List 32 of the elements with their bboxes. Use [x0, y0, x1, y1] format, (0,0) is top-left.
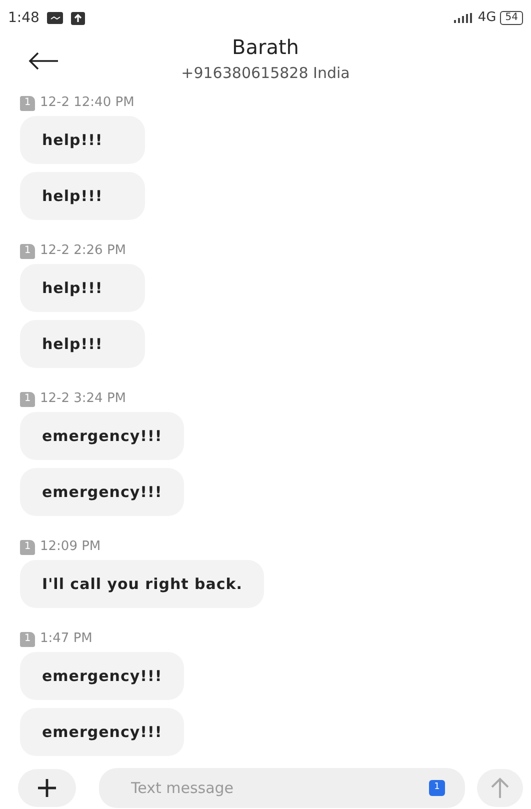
sim-badge: 1: [20, 540, 35, 554]
message-bubble: emergency!!!: [20, 468, 184, 516]
message-bubble: help!!!: [20, 172, 145, 220]
message-bubble: help!!!: [20, 116, 145, 164]
back-arrow-icon: [28, 50, 60, 71]
message-bubble: emergency!!!: [20, 708, 184, 756]
message-bubble: help!!!: [20, 320, 145, 368]
message-timestamp: 12-2 2:26 PM: [40, 242, 126, 260]
sim-badge: 1: [20, 244, 35, 258]
arrow-up-icon: [490, 777, 510, 799]
sim-badge: 1: [20, 392, 35, 406]
message-timestamp: 12-2 12:40 PM: [40, 94, 134, 112]
notification-icon: [47, 12, 64, 24]
message-timestamp: 12-2 3:24 PM: [40, 390, 126, 408]
message-bubble: help!!!: [20, 264, 145, 312]
message-bubble: I'll call you right back.: [20, 560, 264, 608]
add-button[interactable]: [18, 769, 76, 807]
plus-icon: [37, 778, 57, 798]
sim-badge: 1: [429, 780, 445, 796]
sim-badge: 1: [20, 632, 35, 646]
sim-badge: 1: [20, 96, 35, 110]
contact-name: Barath: [232, 36, 299, 58]
message-timestamp: 12:09 PM: [40, 538, 101, 556]
battery-level: 54: [500, 11, 523, 25]
contact-number: +916380615828 India: [181, 64, 350, 82]
upload-icon: [71, 12, 86, 24]
network-label: 4G: [478, 9, 496, 28]
message-bubble: emergency!!!: [20, 652, 184, 700]
signal-icon: [454, 13, 474, 23]
message-timestamp: 1:47 PM: [40, 630, 92, 648]
status-time: 1:48: [8, 8, 40, 28]
message-bubble: emergency!!!: [20, 412, 184, 460]
